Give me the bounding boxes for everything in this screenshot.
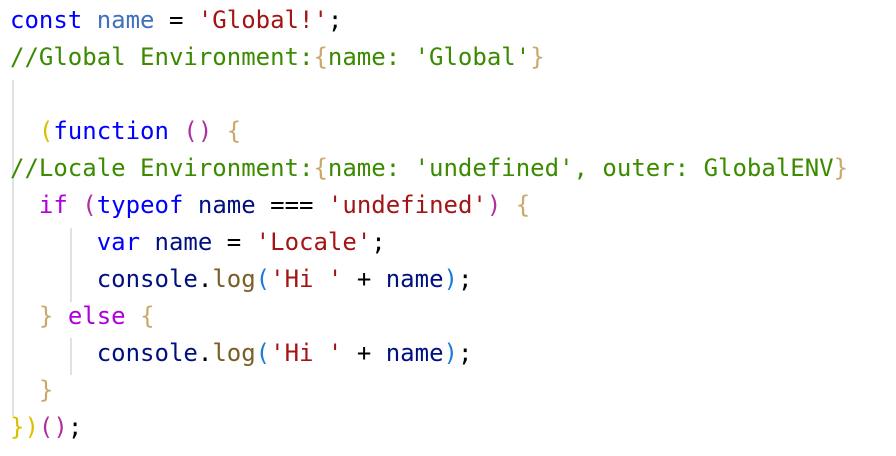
code-line[interactable]: console.log('Hi ' + name); <box>10 335 473 372</box>
code-token-string: 'Locale' <box>255 228 372 256</box>
code-token-bracket_tan: } <box>833 154 849 182</box>
code-token-punctuation: + <box>342 339 386 367</box>
code-token-bracket_purple: ) <box>486 191 502 219</box>
code-token-bracket_blue: ( <box>255 265 271 293</box>
code-token-variable: name <box>385 265 444 293</box>
code-token-punctuation: ; <box>457 339 473 367</box>
code-line[interactable]: if (typeof name === 'undefined') { <box>10 187 530 224</box>
code-token-comment: //Locale Environment: <box>10 154 314 182</box>
code-token-punctuation <box>10 228 97 256</box>
code-token-string: 'Global!' <box>197 6 328 34</box>
code-token-variable: name <box>385 339 444 367</box>
code-line[interactable]: const name = 'Global!'; <box>10 2 342 39</box>
code-token-punctuation <box>10 265 97 293</box>
code-line[interactable]: })(); <box>10 409 82 446</box>
code-token-bracket_blue: ( <box>255 339 271 367</box>
code-token-declaration: name <box>96 6 155 34</box>
code-token-control: if <box>38 191 68 219</box>
code-token-punctuation <box>212 117 226 145</box>
code-token-punctuation <box>10 117 39 145</box>
code-token-string: 'Hi ' <box>270 265 343 293</box>
code-token-punctuation <box>140 228 154 256</box>
code-token-comment: //Global Environment: <box>10 43 314 71</box>
code-token-bracket_purple: () <box>38 413 68 441</box>
code-token-punctuation: + <box>342 265 386 293</box>
code-token-variable: console <box>96 339 198 367</box>
code-token-punctuation: ; <box>371 228 386 256</box>
code-token-punctuation <box>53 302 67 330</box>
code-token-bracket_tan: } <box>38 376 54 404</box>
code-token-punctuation: === <box>255 191 328 219</box>
code-token-bracket_tan: { <box>515 191 531 219</box>
code-token-punctuation: = <box>154 6 198 34</box>
code-token-variable: name <box>197 191 256 219</box>
code-token-punctuation <box>183 191 197 219</box>
code-token-bracket_tan: { <box>313 43 328 71</box>
code-token-punctuation: ; <box>327 6 343 34</box>
code-line[interactable]: //Locale Environment:{name: 'undefined',… <box>10 150 848 187</box>
code-token-variable: console <box>96 265 198 293</box>
code-token-bracket_blue: ) <box>443 339 458 367</box>
code-token-punctuation <box>126 302 140 330</box>
code-token-punctuation <box>10 376 39 404</box>
code-token-bracket_gold: ( <box>38 117 54 145</box>
code-token-punctuation: = <box>212 228 256 256</box>
code-token-punctuation <box>169 117 183 145</box>
code-token-bracket_blue: ) <box>443 265 458 293</box>
code-token-bracket_purple: () <box>183 117 213 145</box>
code-line[interactable]: console.log('Hi ' + name); <box>10 261 473 298</box>
code-token-comment: name: 'undefined', outer: GlobalENV <box>327 154 834 182</box>
code-token-punctuation: . <box>197 339 213 367</box>
code-token-function: log <box>212 339 256 367</box>
code-token-bracket_tan: { <box>313 154 328 182</box>
code-token-keyword: const <box>10 6 83 34</box>
code-token-keyword: function <box>53 117 169 145</box>
code-token-punctuation <box>10 302 39 330</box>
code-token-function: log <box>212 265 256 293</box>
code-token-bracket_tan: } <box>530 43 545 71</box>
code-line[interactable]: } else { <box>10 298 155 335</box>
code-token-bracket_gold: } <box>10 413 25 441</box>
code-token-punctuation: ; <box>67 413 83 441</box>
code-token-string: 'undefined' <box>327 191 487 219</box>
code-token-control: else <box>67 302 126 330</box>
code-token-bracket_tan: { <box>140 302 155 330</box>
code-token-bracket_purple: ( <box>82 191 97 219</box>
code-token-punctuation <box>10 339 97 367</box>
code-editor[interactable]: const name = 'Global!';//Global Environm… <box>0 0 896 456</box>
code-token-variable: name <box>154 228 213 256</box>
code-token-punctuation <box>501 191 515 219</box>
code-token-comment: name: 'Global' <box>327 43 531 71</box>
code-line[interactable]: var name = 'Locale'; <box>10 224 386 261</box>
code-token-punctuation: . <box>197 265 213 293</box>
code-line[interactable]: } <box>10 372 53 409</box>
code-token-bracket_gold: ) <box>24 413 39 441</box>
code-token-punctuation: ; <box>457 265 473 293</box>
code-token-keyword: typeof <box>96 191 184 219</box>
code-line[interactable]: (function () { <box>10 113 241 150</box>
code-token-punctuation <box>68 191 82 219</box>
code-token-string: 'Hi ' <box>270 339 343 367</box>
code-token-punctuation <box>82 6 96 34</box>
code-token-bracket_tan: } <box>38 302 54 330</box>
code-line[interactable]: //Global Environment:{name: 'Global'} <box>10 39 545 76</box>
code-token-punctuation <box>10 191 39 219</box>
code-token-bracket_tan: { <box>226 117 242 145</box>
code-token-keyword: var <box>96 228 141 256</box>
